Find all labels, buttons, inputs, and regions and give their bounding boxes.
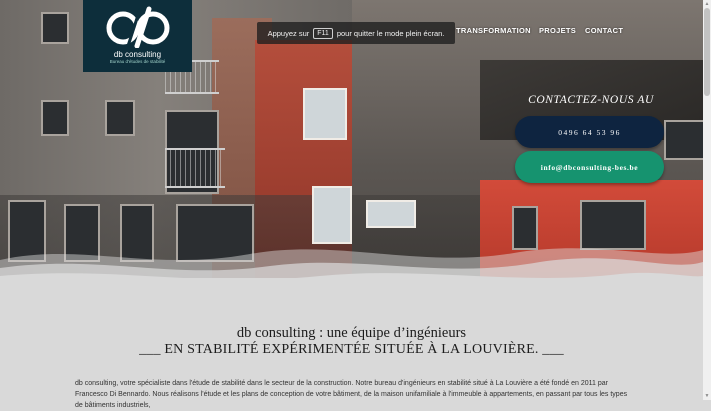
headline-line-1: db consulting : une équipe d’ingénieurs (236, 325, 467, 341)
window (105, 100, 135, 136)
hero-wave-divider (0, 248, 703, 278)
fullscreen-key-badge: F11 (313, 27, 333, 39)
fullscreen-notice: Appuyez sur F11 pour quitter le mode ple… (257, 22, 455, 44)
logo-name: db consulting (113, 50, 162, 59)
window (664, 120, 703, 160)
nav-item-contact[interactable]: CONTACT (585, 26, 623, 35)
window (303, 88, 347, 140)
intro-headline: db consulting : une équipe d’ingénieurs … (0, 325, 703, 359)
window (41, 12, 69, 44)
logo-tagline: Bureau d'études de stabilité (109, 59, 166, 64)
scroll-down-arrow-icon[interactable]: ▼ (704, 393, 710, 399)
window (41, 100, 69, 136)
headline-line-2: ___ EN STABILITÉ EXPÉRIMENTÉE SITUÉE À L… (139, 342, 564, 357)
page-scrollbar[interactable]: ▲ ▼ (703, 0, 711, 400)
contact-title: CONTACTEZ-NOUS AU (528, 94, 654, 106)
phone-button[interactable]: 0496 64 53 96 (515, 116, 664, 148)
scrollbar-thumb[interactable] (704, 8, 710, 96)
balcony-railing (165, 148, 225, 188)
email-button[interactable]: info@dbconsulting-bes.be (515, 151, 664, 183)
logo[interactable]: db consulting Bureau d'études de stabili… (83, 0, 192, 72)
db-logo-icon (106, 6, 169, 48)
nav-item-transformation[interactable]: TRANSFORMATION (456, 26, 531, 35)
scroll-up-arrow-icon[interactable]: ▲ (704, 1, 710, 7)
nav-item-projets[interactable]: PROJETS (539, 26, 576, 35)
fullscreen-notice-prefix: Appuyez sur (267, 28, 310, 38)
fullscreen-notice-suffix: pour quitter le mode plein écran. (336, 28, 445, 38)
window (366, 200, 416, 228)
intro-paragraph: db consulting, votre spécialiste dans l'… (75, 380, 628, 409)
